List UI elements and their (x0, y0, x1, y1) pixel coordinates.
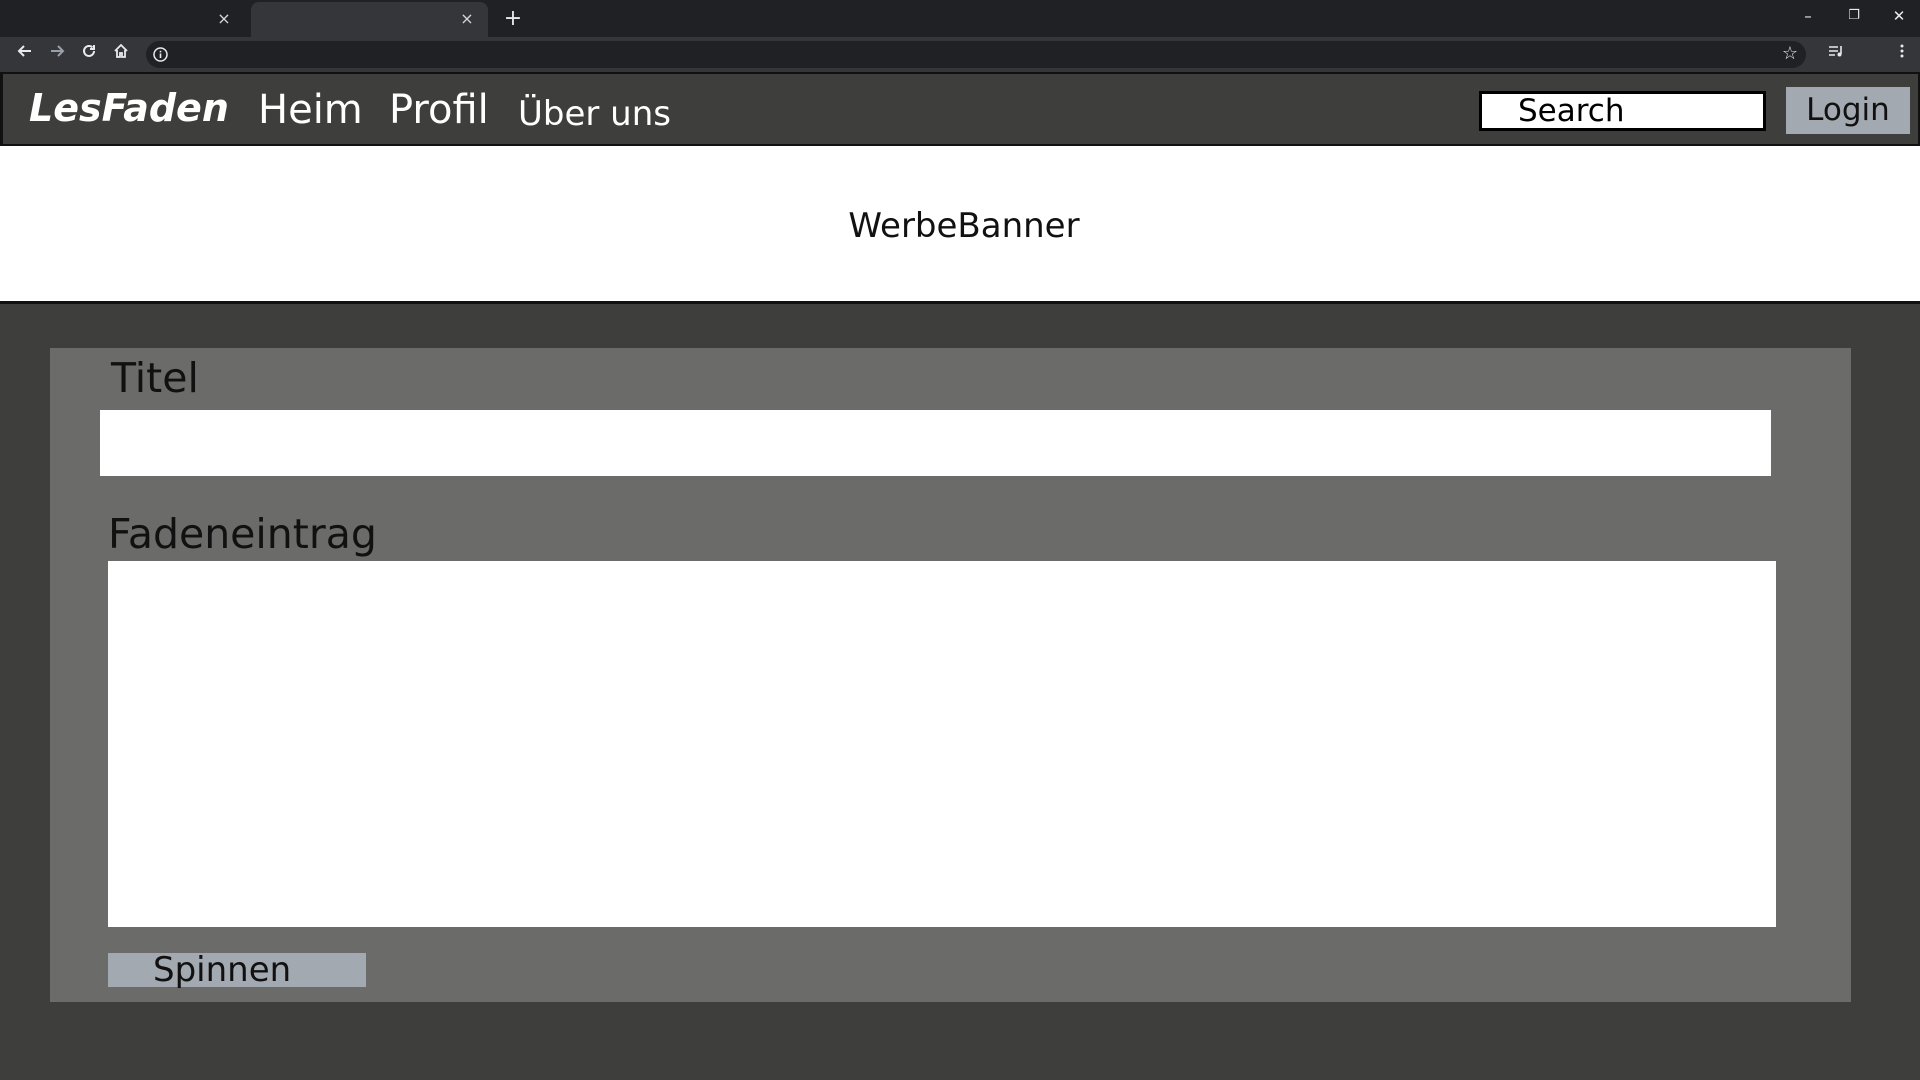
title-input[interactable] (100, 410, 1771, 476)
thread-form: Titel Fadeneintrag Spinnen (50, 348, 1851, 1002)
close-icon[interactable]: × (215, 10, 233, 28)
main-content: Titel Fadeneintrag Spinnen (2, 304, 1920, 1080)
search-input[interactable] (1479, 91, 1766, 131)
window-close-icon[interactable]: ✕ (1884, 4, 1914, 28)
address-bar[interactable]: ☆ (146, 41, 1806, 68)
nav-link-ueber-uns[interactable]: Über uns (518, 94, 671, 134)
bookmark-star-icon[interactable]: ☆ (1782, 43, 1798, 64)
back-icon[interactable] (11, 41, 39, 69)
browser-tab-active[interactable]: × (251, 2, 488, 37)
media-control-icon[interactable] (1822, 41, 1850, 69)
brand-logo[interactable]: LesFaden (29, 86, 229, 130)
browser-toolbar: ☆ (0, 37, 1920, 72)
forward-icon[interactable] (43, 41, 71, 69)
site-header: LesFaden Heim Profil Über uns Login (0, 72, 1920, 146)
info-icon[interactable] (152, 46, 169, 63)
browser-tabstrip: × × + – ❐ ✕ (0, 0, 1920, 37)
close-icon[interactable]: × (458, 10, 476, 28)
entry-textarea[interactable] (108, 561, 1776, 927)
menu-kebab-icon[interactable] (1888, 41, 1916, 69)
nav-link-profil[interactable]: Profil (389, 87, 489, 133)
restore-icon[interactable]: ❐ (1839, 4, 1869, 28)
entry-label: Fadeneintrag (108, 510, 377, 558)
home-icon[interactable] (107, 41, 135, 69)
banner-text: WerbeBanner (848, 206, 1080, 246)
reload-icon[interactable] (75, 41, 103, 69)
nav-link-heim[interactable]: Heim (258, 87, 363, 133)
browser-tab[interactable]: × (8, 2, 245, 37)
login-button[interactable]: Login (1786, 87, 1910, 134)
new-tab-icon[interactable]: + (500, 6, 526, 32)
title-label: Titel (111, 354, 199, 402)
minimize-icon[interactable]: – (1793, 4, 1823, 28)
submit-button[interactable]: Spinnen (108, 953, 366, 987)
ad-banner: WerbeBanner (0, 146, 1920, 304)
